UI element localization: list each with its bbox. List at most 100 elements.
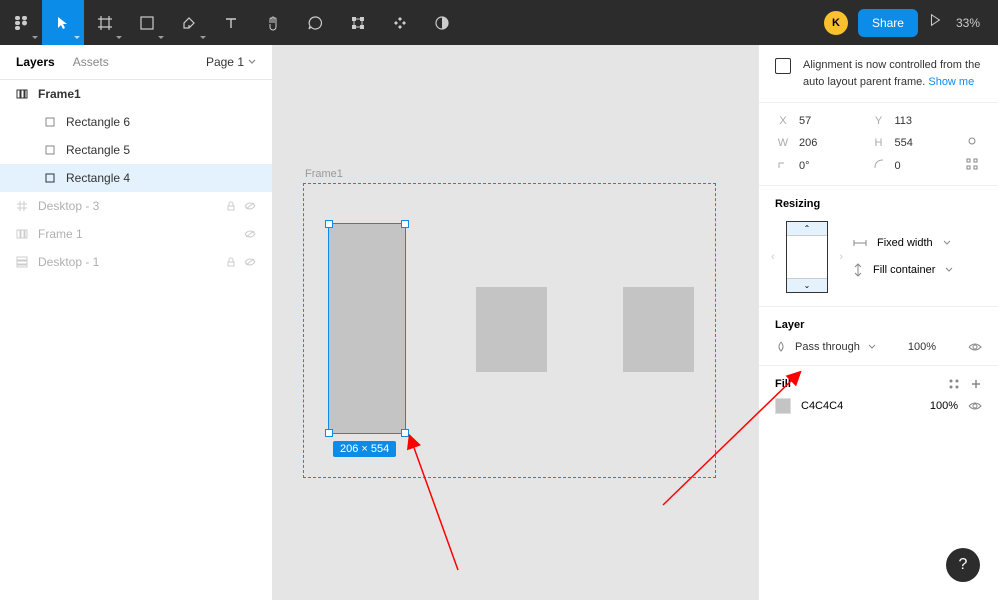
layer-frame1[interactable]: Frame1 (0, 80, 272, 108)
style-icon[interactable] (948, 378, 960, 390)
canvas[interactable]: Frame1 206 × 554 (273, 45, 758, 600)
lock-icon[interactable] (226, 257, 236, 267)
comment-tool-button[interactable] (294, 0, 336, 45)
fill-opacity[interactable]: 100% (930, 400, 958, 412)
resize-handle-tl[interactable] (325, 220, 333, 228)
user-avatar[interactable]: K (824, 11, 848, 35)
h-value[interactable]: 554 (895, 137, 959, 149)
move-tool-button[interactable] (42, 0, 84, 45)
mask-button[interactable] (421, 0, 463, 45)
pen-tool-button[interactable] (168, 0, 210, 45)
lock-icon[interactable] (226, 201, 236, 211)
independent-corners-icon[interactable] (966, 158, 982, 173)
layer-name: Rectangle 6 (66, 115, 130, 129)
y-value[interactable]: 113 (895, 115, 959, 127)
hidden-icon[interactable] (244, 257, 256, 267)
edit-object-icon (350, 15, 366, 31)
present-button[interactable] (928, 13, 942, 32)
page-selector-label: Page 1 (206, 55, 244, 69)
shape-tool-button[interactable] (126, 0, 168, 45)
visibility-icon[interactable] (968, 342, 982, 352)
zoom-level[interactable]: 33% (952, 16, 984, 30)
canvas-rectangle-4[interactable] (328, 223, 406, 434)
horizontal-resizing-label: Fixed width (877, 237, 933, 249)
hidden-icon[interactable] (244, 229, 256, 239)
autolayout-icon (16, 228, 28, 240)
layer-desktop-3[interactable]: Desktop - 3 (0, 192, 272, 220)
layers-tab[interactable]: Layers (16, 55, 55, 69)
share-button[interactable]: Share (858, 9, 918, 37)
edit-object-button[interactable] (337, 0, 379, 45)
add-fill-icon[interactable] (970, 378, 982, 390)
pen-icon (181, 15, 197, 31)
rotation-value[interactable]: 0° (799, 160, 863, 172)
chevron-down-icon (945, 266, 953, 274)
play-icon (928, 13, 942, 27)
resize-left-chevron[interactable]: ‹ (771, 251, 775, 263)
resize-bottom-chevron[interactable]: ⌄ (787, 278, 827, 292)
layer-name: Rectangle 4 (66, 171, 130, 185)
layer-name: Rectangle 5 (66, 143, 130, 157)
cursor-icon (55, 15, 71, 31)
blend-mode-label: Pass through (795, 341, 860, 353)
hand-tool-button[interactable] (252, 0, 294, 45)
layer-section-title: Layer (775, 319, 982, 331)
y-label: Y (871, 115, 887, 127)
main-menu-button[interactable] (0, 0, 42, 45)
create-component-button[interactable] (379, 0, 421, 45)
resize-handle-br[interactable] (401, 429, 409, 437)
design-panel: Alignment is now controlled from the aut… (758, 45, 998, 600)
link-dimensions-icon[interactable] (966, 135, 982, 150)
layer-rectangle-6[interactable]: Rectangle 6 (0, 108, 272, 136)
info-icon (775, 58, 791, 74)
layer-rectangle-4[interactable]: Rectangle 4 (0, 164, 272, 192)
fill-container-icon (853, 263, 863, 277)
radius-value[interactable]: 0 (895, 160, 959, 172)
fill-visibility-icon[interactable] (968, 401, 982, 411)
rotation-icon (775, 159, 791, 172)
canvas-rectangle-5[interactable] (476, 287, 547, 372)
frame-label[interactable]: Frame1 (305, 168, 343, 180)
frame-tool-button[interactable] (84, 0, 126, 45)
blend-mode-dropdown[interactable]: Pass through (775, 341, 876, 353)
horizontal-resizing-option[interactable]: Fixed width (853, 237, 953, 249)
hand-icon (265, 15, 281, 31)
chevron-down-icon (248, 58, 256, 66)
top-toolbar: K Share 33% (0, 0, 998, 45)
w-value[interactable]: 206 (799, 137, 863, 149)
canvas-rectangle-6[interactable] (623, 287, 694, 372)
chevron-down-icon (868, 343, 876, 351)
frame-icon (16, 200, 28, 212)
comment-icon (307, 15, 323, 31)
resize-handle-bl[interactable] (325, 429, 333, 437)
layer-frame-1[interactable]: Frame 1 (0, 220, 272, 248)
resize-handle-tr[interactable] (401, 220, 409, 228)
layer-name: Frame1 (38, 87, 81, 101)
layer-name: Desktop - 3 (38, 199, 99, 213)
fill-hex-value[interactable]: C4C4C4 (801, 400, 843, 412)
layer-desktop-1[interactable]: Desktop - 1 (0, 248, 272, 276)
rectangle-icon (44, 172, 56, 184)
show-me-link[interactable]: Show me (928, 76, 974, 88)
frame-icon (97, 15, 113, 31)
layer-opacity[interactable]: 100% (908, 341, 936, 353)
fill-color-swatch[interactable] (775, 398, 791, 414)
vertical-resizing-option[interactable]: Fill container (853, 263, 953, 277)
assets-tab[interactable]: Assets (73, 55, 109, 69)
radius-icon (871, 159, 887, 172)
hidden-icon[interactable] (244, 201, 256, 211)
autolayout-h-icon (16, 256, 28, 268)
x-value[interactable]: 57 (799, 115, 863, 127)
text-tool-button[interactable] (210, 0, 252, 45)
resize-right-chevron[interactable]: › (839, 251, 843, 263)
h-label: H (871, 137, 887, 149)
component-icon (392, 15, 408, 31)
resizing-widget[interactable]: ‹ ⌃ ⌄ › (775, 220, 839, 294)
vertical-resizing-label: Fill container (873, 264, 935, 276)
layer-rectangle-5[interactable]: Rectangle 5 (0, 136, 272, 164)
resize-top-chevron[interactable]: ⌃ (787, 222, 827, 236)
page-selector[interactable]: Page 1 (206, 55, 256, 69)
x-label: X (775, 115, 791, 127)
help-button[interactable]: ? (946, 548, 980, 582)
autolayout-icon (16, 88, 28, 100)
